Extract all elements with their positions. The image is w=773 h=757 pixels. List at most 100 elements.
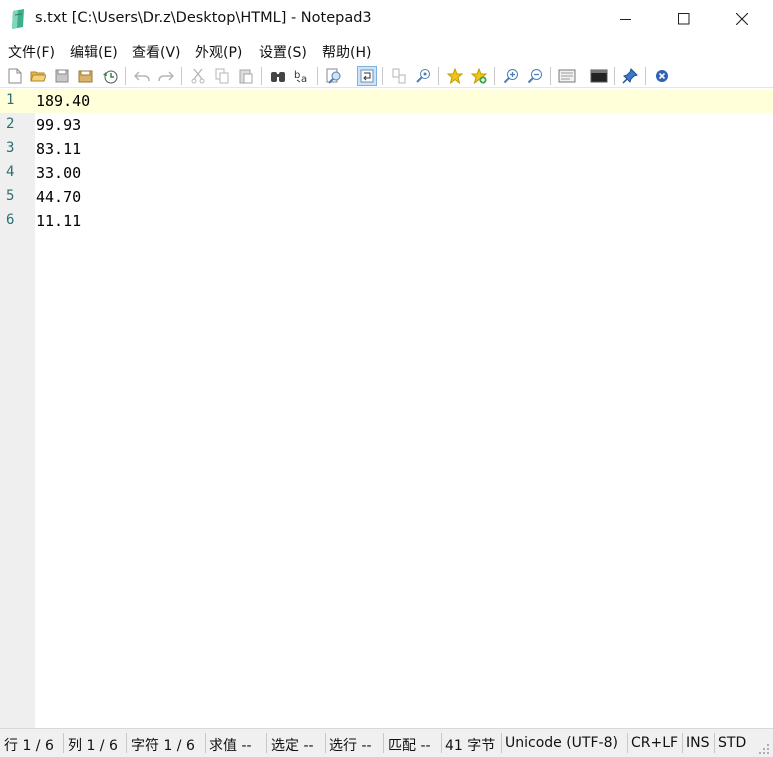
zoom-find-icon: [416, 69, 430, 83]
line-text: 44.70: [36, 188, 82, 206]
editor-line[interactable]: 5 44.70: [0, 185, 773, 209]
open-file-button[interactable]: [28, 66, 48, 86]
title-bar: s.txt [C:\Users\Dr.z\Desktop\HTML] - Not…: [0, 0, 773, 38]
editor-line[interactable]: 1 189.40: [0, 89, 773, 113]
copy-button[interactable]: [212, 66, 232, 86]
line-number: 4: [6, 164, 15, 180]
maximize-icon: [678, 13, 690, 25]
save-as-icon: [78, 70, 93, 83]
favorites-button[interactable]: [445, 66, 465, 86]
line-text: 33.00: [36, 164, 82, 182]
scheme-icon: [558, 69, 576, 83]
status-selection[interactable]: 选定 --: [271, 735, 314, 755]
save-icon: [55, 69, 69, 83]
editor-area[interactable]: 1 189.40 2 99.93 3 83.11 4 33.00 5 44.70…: [0, 89, 773, 728]
status-chars[interactable]: 字符 1 / 6: [131, 735, 195, 755]
menu-file[interactable]: 文件(F): [8, 42, 55, 62]
line-text: 99.93: [36, 116, 82, 134]
svg-text:b: b: [294, 70, 300, 81]
status-row[interactable]: 行 1 / 6: [4, 735, 54, 755]
status-ins[interactable]: INS: [686, 735, 710, 751]
zoom-out-button[interactable]: [525, 66, 545, 86]
undo-icon: [134, 71, 150, 82]
menu-bar: 文件(F) 编辑(E) 查看(V) 外观(P) 设置(S) 帮助(H): [0, 38, 773, 64]
replace-button[interactable]: ba: [292, 66, 312, 86]
editor-line[interactable]: 2 99.93: [0, 113, 773, 137]
console-icon: [590, 69, 608, 83]
new-file-button[interactable]: [5, 66, 25, 86]
status-bytes[interactable]: 41 字节: [445, 735, 495, 755]
line-number: 6: [6, 212, 15, 228]
editor-line[interactable]: 3 83.11: [0, 137, 773, 161]
zoom-find-button[interactable]: [413, 66, 433, 86]
paste-icon: [239, 69, 253, 84]
favorites-icon: [447, 68, 463, 84]
scheme-button[interactable]: [557, 66, 577, 86]
copy-icon: [215, 68, 229, 84]
word-wrap-icon: [360, 69, 374, 83]
add-favorite-button[interactable]: [469, 66, 489, 86]
cut-icon: [191, 68, 205, 84]
status-eval[interactable]: 求值 --: [209, 735, 252, 755]
minimize-icon: [620, 19, 631, 20]
maximize-button[interactable]: [655, 0, 713, 38]
open-file-icon: [30, 71, 46, 82]
minimize-button[interactable]: [597, 0, 655, 38]
exit-icon: [656, 70, 668, 82]
menu-settings[interactable]: 设置(S): [259, 42, 307, 62]
line-number: 2: [6, 116, 15, 132]
menu-help[interactable]: 帮助(H): [322, 42, 371, 62]
undo-button[interactable]: [132, 66, 152, 86]
pin-button[interactable]: [620, 66, 640, 86]
menu-edit[interactable]: 编辑(E): [70, 42, 118, 62]
line-text: 11.11: [36, 212, 82, 230]
word-wrap-button[interactable]: [357, 66, 377, 86]
exit-button[interactable]: [652, 66, 672, 86]
split-view-button[interactable]: [389, 66, 409, 86]
menu-appearance[interactable]: 外观(P): [195, 42, 242, 62]
save-as-button[interactable]: [76, 66, 96, 86]
line-number: 5: [6, 188, 15, 204]
revert-icon: [103, 70, 118, 84]
pin-icon: [622, 68, 638, 84]
find-next-icon: [326, 68, 341, 84]
status-selected-lines[interactable]: 选行 --: [329, 735, 372, 755]
save-button[interactable]: [52, 66, 72, 86]
new-file-icon: [8, 68, 22, 84]
menu-view[interactable]: 查看(V): [132, 42, 181, 62]
status-std[interactable]: STD: [718, 735, 746, 751]
zoom-in-icon: [503, 69, 518, 84]
replace-icon: ba: [294, 70, 307, 84]
find-button[interactable]: [268, 66, 288, 86]
find-icon: [271, 72, 285, 82]
find-next-button[interactable]: [324, 66, 344, 86]
line-number: 3: [6, 140, 15, 156]
console-button[interactable]: [589, 66, 609, 86]
status-encoding[interactable]: Unicode (UTF-8): [505, 735, 618, 751]
redo-icon: [158, 71, 174, 82]
close-button[interactable]: [713, 0, 771, 38]
add-favorite-icon: [471, 68, 487, 84]
notepad3-icon: [12, 9, 24, 29]
line-number: 1: [6, 92, 15, 108]
close-icon: [736, 13, 748, 25]
status-column[interactable]: 列 1 / 6: [68, 735, 118, 755]
revert-button[interactable]: [100, 66, 120, 86]
zoom-in-button[interactable]: [501, 66, 521, 86]
resize-grip-icon[interactable]: [758, 743, 770, 755]
split-view-icon: [392, 68, 406, 84]
line-text: 189.40: [36, 92, 91, 110]
window-title: s.txt [C:\Users\Dr.z\Desktop\HTML] - Not…: [35, 10, 372, 26]
redo-button[interactable]: [156, 66, 176, 86]
status-bar: 行 1 / 6 列 1 / 6 字符 1 / 6 求值 -- 选定 -- 选行 …: [0, 728, 773, 757]
status-eol[interactable]: CR+LF: [631, 735, 678, 751]
toolbar: ba: [0, 64, 773, 88]
editor-line[interactable]: 6 11.11: [0, 209, 773, 233]
paste-button[interactable]: [236, 66, 256, 86]
status-match[interactable]: 匹配 --: [388, 735, 431, 755]
zoom-out-icon: [527, 69, 542, 84]
line-text: 83.11: [36, 140, 82, 158]
cut-button[interactable]: [188, 66, 208, 86]
svg-text:a: a: [301, 74, 307, 84]
editor-line[interactable]: 4 33.00: [0, 161, 773, 185]
